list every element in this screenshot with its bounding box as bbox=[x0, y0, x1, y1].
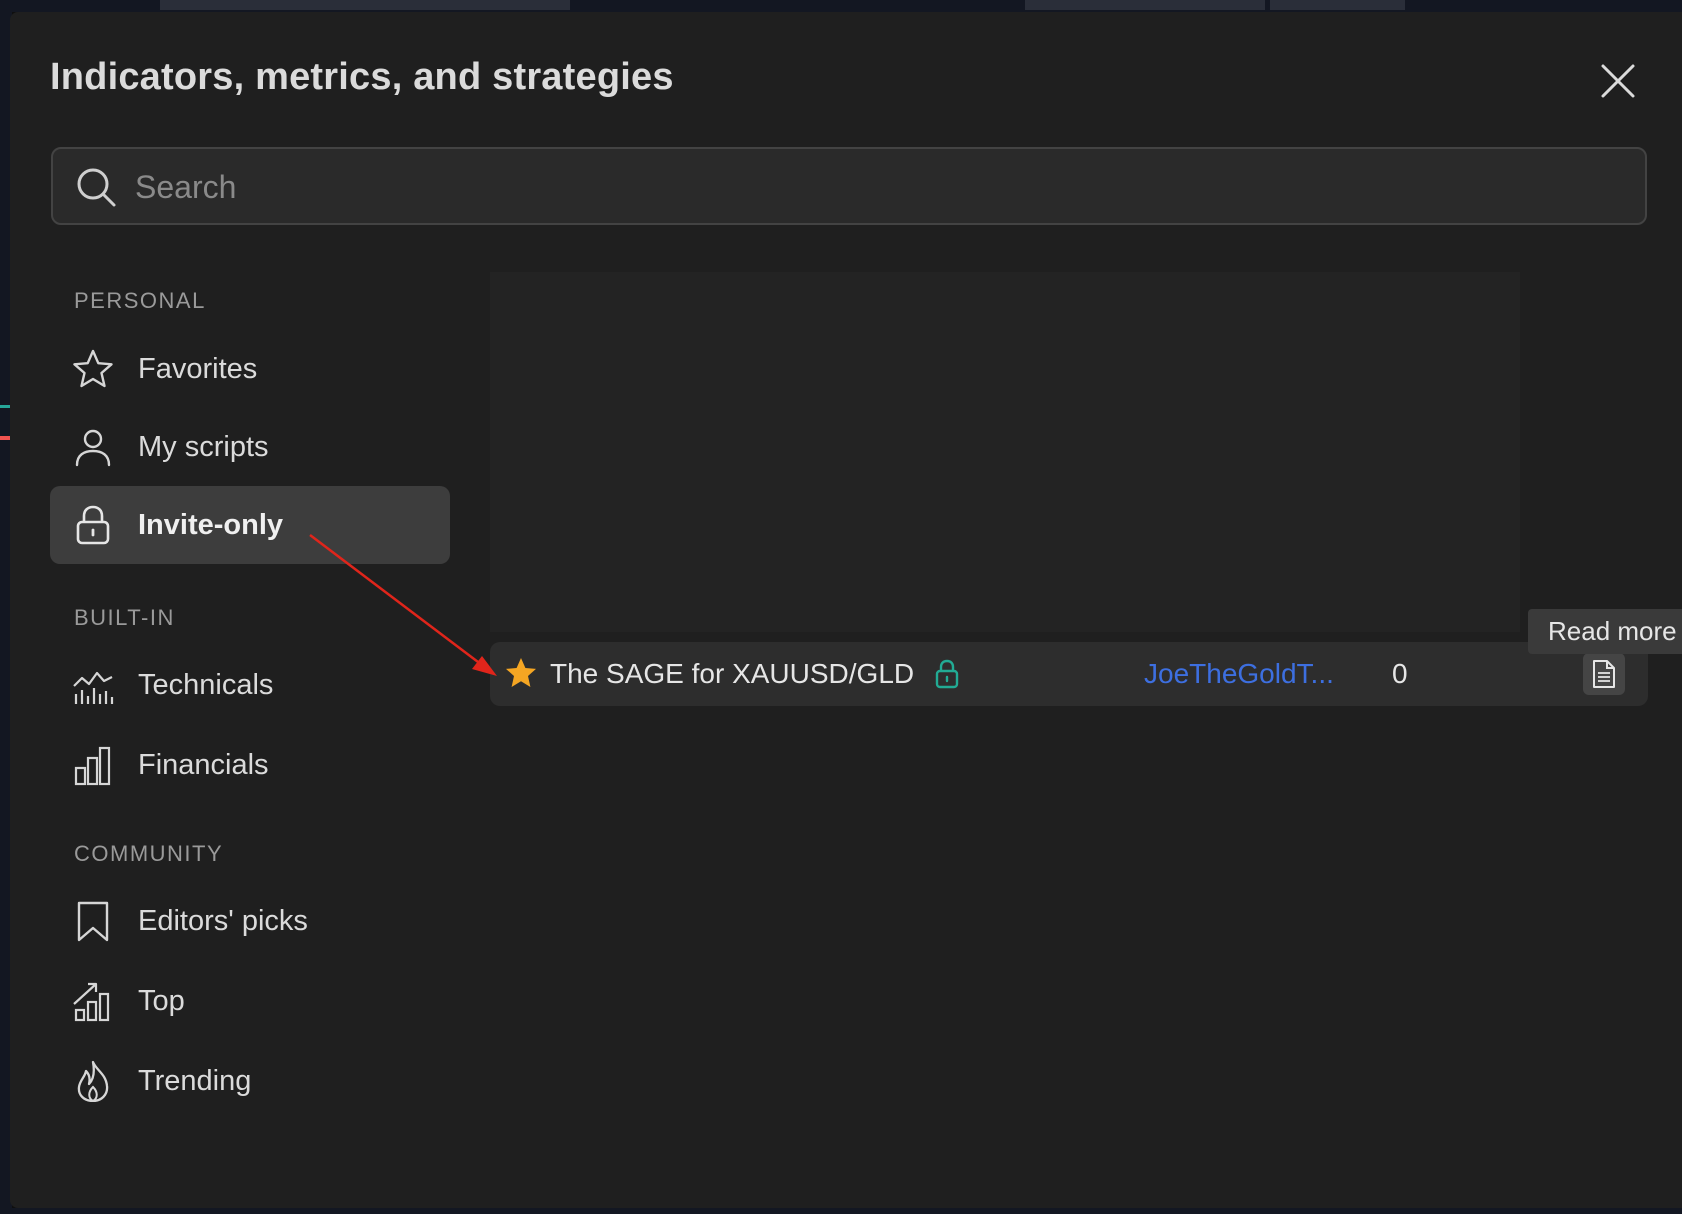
indicators-dialog: Indicators, metrics, and strategies PERS… bbox=[10, 12, 1682, 1208]
sidebar-item-trending[interactable]: Trending bbox=[50, 1042, 450, 1120]
author-link[interactable]: JoeTheGoldT... bbox=[1144, 658, 1334, 690]
empty-banner-area bbox=[490, 272, 1520, 632]
sidebar-item-invite-only[interactable]: Invite-only bbox=[50, 486, 450, 564]
sidebar-item-top[interactable]: Top bbox=[50, 962, 450, 1040]
sidebar-item-label: Trending bbox=[138, 1064, 252, 1097]
read-more-button[interactable] bbox=[1583, 653, 1625, 695]
flame-icon bbox=[77, 1060, 109, 1102]
sidebar-item-label: Financials bbox=[138, 748, 269, 781]
bookmark-icon bbox=[77, 901, 109, 942]
dialog-title: Indicators, metrics, and strategies bbox=[50, 56, 674, 98]
document-icon bbox=[1593, 660, 1615, 688]
sidebar-item-label: Favorites bbox=[138, 352, 258, 385]
boost-count: 0 bbox=[1392, 658, 1408, 689]
star-filled-icon[interactable] bbox=[504, 656, 538, 690]
section-heading-community: COMMUNITY bbox=[74, 841, 224, 866]
background-candle bbox=[0, 436, 10, 440]
sidebar-item-financials[interactable]: Financials bbox=[50, 726, 450, 804]
sidebar-item-favorites[interactable]: Favorites bbox=[50, 330, 450, 408]
background-segment bbox=[160, 0, 570, 10]
section-heading-personal: PERSONAL bbox=[74, 288, 206, 313]
star-outline-icon bbox=[73, 349, 113, 388]
background-chart-bottom bbox=[0, 1208, 1682, 1214]
background-segment bbox=[1270, 0, 1405, 10]
sidebar-item-technicals[interactable]: Technicals bbox=[50, 646, 450, 724]
lock-icon bbox=[76, 505, 110, 545]
sidebar-item-label: My scripts bbox=[138, 430, 269, 463]
sidebar-item-label: Technicals bbox=[138, 668, 274, 701]
close-button[interactable] bbox=[1595, 58, 1641, 104]
lock-icon bbox=[935, 659, 959, 689]
user-icon bbox=[75, 429, 111, 467]
sidebar-item-my-scripts[interactable]: My scripts bbox=[50, 408, 450, 486]
sidebar-item-label: Invite-only bbox=[138, 508, 284, 541]
search-icon bbox=[77, 168, 116, 207]
top-chart-icon bbox=[73, 982, 110, 1022]
script-name: The SAGE for XAUUSD/GLD bbox=[550, 658, 915, 689]
bar-chart-icon bbox=[74, 746, 111, 786]
background-segment bbox=[1025, 0, 1265, 10]
read-more-tooltip: Read more bbox=[1528, 609, 1682, 654]
search-box[interactable] bbox=[51, 147, 1647, 225]
background-chart-toolbar bbox=[0, 0, 1682, 12]
sidebar-item-editors-picks[interactable]: Editors' picks bbox=[50, 882, 450, 960]
sidebar-item-label: Top bbox=[138, 984, 185, 1017]
script-list-item[interactable]: The SAGE for XAUUSD/GLD JoeTheGoldT... 0 bbox=[490, 642, 1648, 706]
technicals-chart-icon bbox=[73, 671, 114, 704]
search-input[interactable] bbox=[133, 161, 1617, 213]
sidebar-item-label: Editors' picks bbox=[138, 904, 308, 937]
close-icon bbox=[1601, 64, 1635, 98]
section-heading-built-in: BUILT-IN bbox=[74, 605, 175, 630]
background-candle bbox=[0, 405, 10, 408]
